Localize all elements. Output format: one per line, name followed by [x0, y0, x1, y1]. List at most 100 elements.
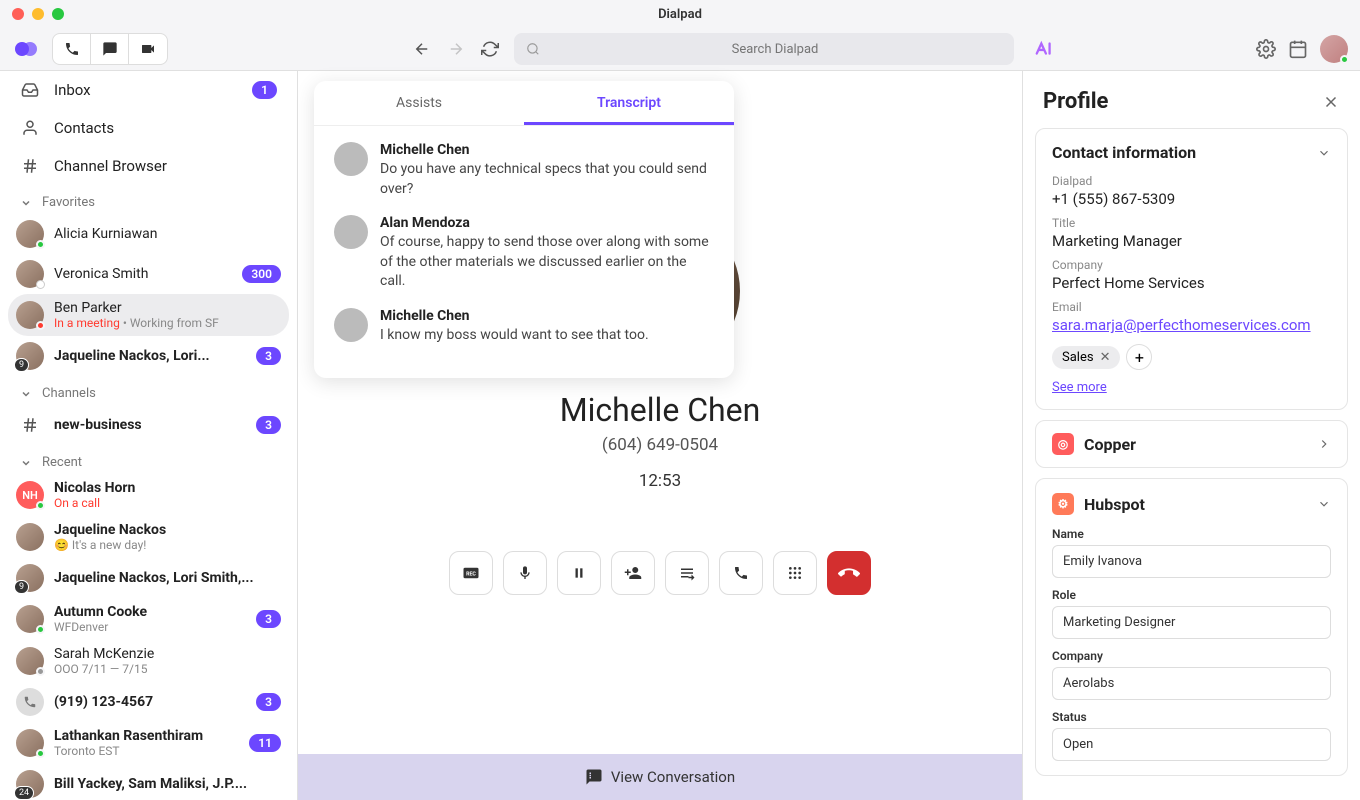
caller-phone: (604) 649-0504: [602, 435, 718, 455]
presence-indicator: [36, 625, 45, 634]
nav-buttons: [410, 37, 502, 61]
list-content: (919) 123-4567: [54, 694, 246, 710]
contacts-icon: [20, 119, 40, 137]
info-label: Title: [1052, 216, 1331, 230]
field-label: Status: [1052, 710, 1331, 724]
hubspot-role-input[interactable]: [1052, 606, 1331, 639]
list-avatar: [16, 411, 44, 439]
nav-contacts[interactable]: Contacts: [0, 109, 297, 147]
chevron-down-icon: [20, 457, 32, 469]
ai-icon[interactable]: [1034, 40, 1056, 58]
app-logo[interactable]: [12, 35, 40, 63]
panel-header: Profile: [1023, 71, 1360, 128]
list-item[interactable]: Alicia Kurniawan: [0, 214, 297, 254]
list-item[interactable]: Ben ParkerIn a meeting • Working from SF: [8, 294, 289, 336]
card-title: ⚙ Hubspot: [1052, 493, 1145, 515]
transcript-popup: Assists Transcript Michelle ChenDo you h…: [314, 81, 734, 378]
speaker-avatar: [334, 308, 368, 342]
section-channels[interactable]: Channels: [0, 376, 297, 405]
nav-forward-button[interactable]: [444, 37, 468, 61]
list-name: Sarah McKenzie: [54, 646, 281, 662]
email-value[interactable]: sara.marja@perfecthomeservices.com: [1052, 316, 1331, 334]
tab-assists[interactable]: Assists: [314, 81, 524, 125]
hold-button[interactable]: [557, 551, 601, 595]
list-subtitle: WFDenver: [54, 620, 246, 634]
settings-icon[interactable]: [1256, 39, 1276, 59]
tab-transcript[interactable]: Transcript: [524, 81, 734, 125]
call-button[interactable]: [53, 34, 91, 64]
list-item[interactable]: 9Jaqueline Nackos, Lori...3: [0, 336, 297, 376]
list-item[interactable]: Veronica Smith300: [0, 254, 297, 294]
tag-remove-button[interactable]: ✕: [1100, 350, 1111, 365]
list-item[interactable]: new-business3: [0, 405, 297, 445]
see-more-link[interactable]: See more: [1052, 380, 1107, 395]
list-name: Jaqueline Nackos, Lori...: [54, 348, 246, 364]
list-item[interactable]: 24Bill Yackey, Sam Maliksi, J.P....: [0, 764, 297, 800]
card-header[interactable]: Contact information: [1052, 143, 1331, 162]
transcript-entry: Michelle ChenI know my boss would want t…: [334, 308, 714, 346]
mute-button[interactable]: [503, 551, 547, 595]
refresh-button[interactable]: [478, 37, 502, 61]
profile-panel: Profile Contact information Dialpad +1 (…: [1022, 71, 1360, 800]
hubspot-status-input[interactable]: [1052, 728, 1331, 761]
company-value: Perfect Home Services: [1052, 274, 1331, 292]
window-close-button[interactable]: [12, 8, 24, 20]
list-name: (919) 123-4567: [54, 694, 246, 710]
list-subtitle: In a meeting • Working from SF: [54, 316, 281, 330]
list-item[interactable]: Autumn CookeWFDenver3: [0, 598, 297, 640]
copper-card[interactable]: ◎ Copper: [1035, 420, 1348, 468]
dialpad-button[interactable]: [773, 551, 817, 595]
tag-add-button[interactable]: +: [1126, 344, 1152, 370]
keypad-call-button[interactable]: [719, 551, 763, 595]
call-controls: REC: [449, 551, 871, 595]
list-item[interactable]: Lathankan RasenthiramToronto EST11: [0, 722, 297, 764]
list-item[interactable]: (919) 123-4567 3: [0, 682, 297, 722]
list-name: Ben Parker: [54, 300, 281, 316]
svg-text:REC: REC: [466, 571, 476, 577]
search-box[interactable]: [514, 33, 1014, 65]
list-item[interactable]: 9Jaqueline Nackos, Lori Smith,...: [0, 558, 297, 598]
list-name: Alicia Kurniawan: [54, 226, 281, 242]
badge: 3: [256, 347, 281, 365]
hubspot-icon: ⚙: [1052, 493, 1074, 515]
list-subtitle: Toronto EST: [54, 744, 239, 758]
view-conversation-button[interactable]: View Conversation: [298, 754, 1022, 800]
list-item[interactable]: NHNicolas HornOn a call: [0, 474, 297, 516]
field-label: Name: [1052, 527, 1331, 541]
video-button[interactable]: [129, 34, 167, 64]
badge: 3: [256, 693, 281, 711]
search-input[interactable]: [548, 42, 1002, 57]
toolbar: [0, 28, 1360, 70]
list-name: Nicolas Horn: [54, 480, 281, 496]
hubspot-company-input[interactable]: [1052, 667, 1331, 700]
hangup-button[interactable]: [827, 551, 871, 595]
close-button[interactable]: [1322, 93, 1340, 111]
section-recent[interactable]: Recent: [0, 445, 297, 474]
chevron-down-icon: [20, 388, 32, 400]
record-button[interactable]: REC: [449, 551, 493, 595]
list-content: Autumn CookeWFDenver: [54, 604, 246, 634]
nav-inbox[interactable]: Inbox 1: [0, 71, 297, 109]
call-timer: 12:53: [639, 471, 681, 491]
badge: 3: [256, 416, 281, 434]
calendar-icon[interactable]: [1288, 39, 1308, 59]
add-participant-button[interactable]: [611, 551, 655, 595]
list-item[interactable]: Sarah McKenzieOOO 7/11 — 7/15: [0, 640, 297, 682]
window-maximize-button[interactable]: [52, 8, 64, 20]
user-avatar[interactable]: [1320, 35, 1348, 63]
window-minimize-button[interactable]: [32, 8, 44, 20]
list-name: Jaqueline Nackos: [54, 522, 281, 538]
hubspot-name-input[interactable]: [1052, 545, 1331, 578]
message-button[interactable]: [91, 34, 129, 64]
search-icon: [526, 42, 540, 56]
section-favorites[interactable]: Favorites: [0, 185, 297, 214]
list-content: Lathankan RasenthiramToronto EST: [54, 728, 239, 758]
nav-back-button[interactable]: [410, 37, 434, 61]
list-avatar: [16, 647, 44, 675]
list-content: Jaqueline Nackos, Lori...: [54, 348, 246, 364]
nav-channel-browser[interactable]: Channel Browser: [0, 147, 297, 185]
list-item[interactable]: Jaqueline Nackos😊 It's a new day!: [0, 516, 297, 558]
transfer-button[interactable]: [665, 551, 709, 595]
card-header[interactable]: ⚙ Hubspot: [1052, 493, 1331, 515]
info-label: Company: [1052, 258, 1331, 272]
